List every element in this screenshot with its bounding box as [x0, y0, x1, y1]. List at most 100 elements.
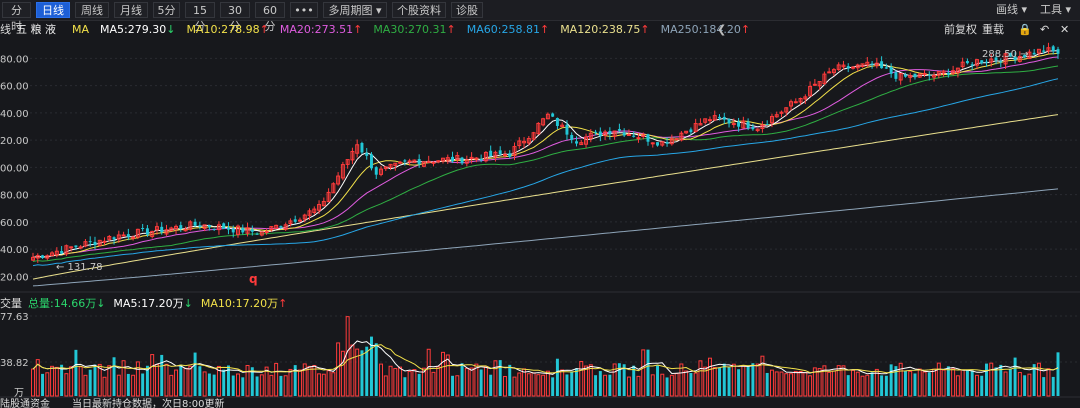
- candle-body: [626, 133, 631, 136]
- volume-bar: [31, 368, 35, 397]
- hk-flow-label[interactable]: 陆股通资金: [0, 398, 50, 408]
- volume-bar: [498, 360, 502, 396]
- volume-bar: [598, 371, 602, 396]
- volume-bar: [279, 375, 283, 396]
- volume-bar: [307, 365, 312, 397]
- volume-bar: [588, 364, 593, 397]
- volume-bar: [383, 375, 388, 397]
- candle-body: [145, 228, 149, 235]
- volume-bar: [980, 375, 984, 396]
- event-marker: q: [249, 272, 258, 286]
- footer-bar: 陆股通资金 当日最新持仓数据，次日8:00更新: [0, 398, 1080, 408]
- volume-bar: [479, 369, 483, 396]
- volume-bar: [665, 377, 669, 396]
- volume-bar: [889, 364, 893, 396]
- candle-body: [727, 118, 731, 124]
- volume-bar: [798, 371, 803, 397]
- volume-bar: [107, 365, 112, 397]
- volume-bar: [898, 362, 903, 397]
- volume-bar: [803, 372, 808, 397]
- volume-bar: [679, 363, 684, 397]
- kline-chart[interactable]: 80.00 60.00 40.00 20.00 00.00 80.00 60.00 40.00…: [0, 0, 1080, 408]
- candle-body: [250, 229, 254, 232]
- volume-bar: [1046, 368, 1051, 397]
- candle-body: [431, 161, 436, 164]
- candle-body: [674, 138, 679, 141]
- volume-bar: [693, 372, 698, 397]
- volume-bar: [388, 365, 393, 397]
- candle-body: [112, 237, 116, 240]
- candle-body: [812, 83, 817, 86]
- volume-bar: [407, 371, 412, 397]
- volume-bar: [994, 367, 998, 396]
- volume-bar: [255, 376, 259, 396]
- volume-bar: [350, 344, 355, 397]
- volume-bar: [936, 362, 941, 397]
- candle-body: [198, 225, 202, 227]
- volume-bar: [41, 373, 45, 396]
- volume-bar: [179, 364, 183, 396]
- ma250-line: [32, 188, 1059, 287]
- volume-bar: [412, 369, 417, 397]
- candle-body: [665, 142, 669, 144]
- ma10-line: [32, 52, 1059, 258]
- volume-bar: [1013, 357, 1017, 396]
- candle-body: [365, 152, 369, 156]
- volume-bar: [689, 373, 693, 396]
- volume-bar: [283, 375, 288, 397]
- candle-body: [460, 157, 464, 164]
- candle-body: [965, 61, 969, 64]
- candle-body: [241, 227, 245, 233]
- volume-bar: [769, 369, 774, 397]
- candle-body: [884, 67, 888, 69]
- volume-bar: [1056, 352, 1060, 396]
- volume-bar: [360, 350, 364, 396]
- candle-body: [1051, 46, 1055, 52]
- volume-bar: [560, 369, 565, 397]
- candle-body: [889, 67, 893, 74]
- candle-body: [212, 228, 216, 230]
- volume-bar: [174, 369, 179, 397]
- volume-bar: [789, 373, 794, 397]
- candle-body: [999, 61, 1003, 63]
- volume-bar: [188, 365, 193, 397]
- volume-bar: [1027, 373, 1032, 397]
- candle-body: [575, 141, 578, 144]
- volume-bar: [903, 370, 907, 396]
- candle-body: [264, 231, 269, 234]
- volume-bar: [1017, 372, 1022, 397]
- volume-bar: [54, 366, 59, 397]
- volume-bar: [575, 368, 578, 396]
- candle-body: [222, 223, 226, 229]
- volume-bar: [913, 373, 917, 396]
- candle-body: [689, 129, 693, 133]
- candle-body: [722, 116, 726, 120]
- volume-bar: [112, 357, 116, 396]
- candle-body: [646, 134, 650, 142]
- volume-bar: [1042, 377, 1046, 396]
- volume-bar: [379, 363, 384, 397]
- candle-body: [656, 142, 660, 146]
- volume-bar: [517, 372, 522, 397]
- candle-body: [1042, 50, 1046, 52]
- volume-bar: [212, 374, 216, 396]
- volume-bar: [141, 373, 145, 396]
- volume-bar: [508, 364, 512, 396]
- volume-bar: [312, 364, 317, 397]
- volume-bar: [641, 349, 646, 397]
- volume-bar: [584, 365, 589, 397]
- volume-bar: [860, 375, 865, 397]
- candle-body: [731, 123, 736, 126]
- volume-bar: [321, 373, 326, 397]
- volume-bar: [231, 375, 235, 396]
- candle-body: [193, 221, 197, 226]
- candle-body: [737, 121, 741, 127]
- volume-bar: [646, 349, 650, 396]
- volume-bar: [526, 373, 531, 397]
- ma60-line: [32, 78, 1059, 267]
- volume-bar: [469, 367, 474, 397]
- candle-body: [502, 154, 507, 157]
- volume-tick-label: 38.82: [0, 358, 29, 369]
- volume-bar: [779, 371, 784, 397]
- volume-bar: [917, 368, 922, 397]
